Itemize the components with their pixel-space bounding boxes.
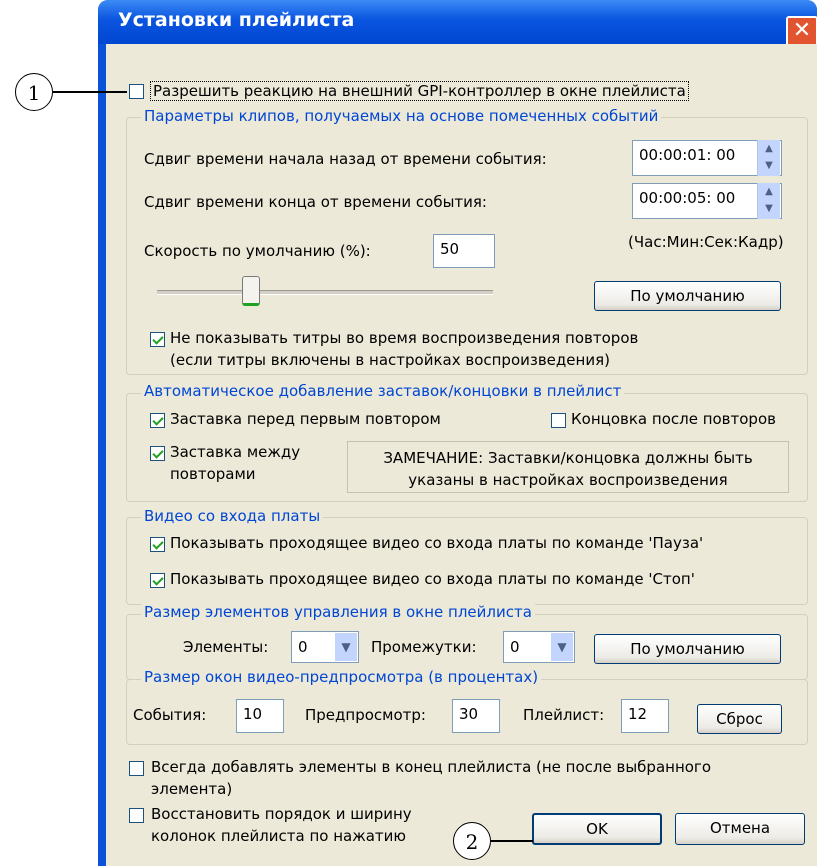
callout-two-leader <box>491 840 533 842</box>
spin-up-icon[interactable]: ▲ <box>758 183 780 200</box>
playlist-value: 12 <box>628 705 648 723</box>
end-shift-value: 00:00:05: 00 <box>639 189 736 207</box>
restore-columns-label-line2: колонок плейлиста по нажатию <box>151 827 407 845</box>
default-button[interactable]: По умолчанию <box>594 281 781 311</box>
append-end-label-line1: Всегда добавлять элементы в конец плейли… <box>151 758 711 776</box>
start-shift-value: 00:00:01: 00 <box>639 146 736 164</box>
speed-value: 50 <box>440 240 460 258</box>
elements-value: 0 <box>298 638 308 656</box>
ok-button[interactable]: OK <box>532 813 662 845</box>
auto-group-title: Автоматическое добавление заставок/концо… <box>141 382 625 400</box>
speed-slider-track[interactable] <box>157 290 493 295</box>
preview-value: 30 <box>459 705 479 723</box>
speed-input[interactable]: 50 <box>433 234 495 268</box>
spin-down-icon[interactable]: ▼ <box>758 200 780 217</box>
pause-video-label: Показывать проходящее видео со входа пла… <box>170 534 704 552</box>
size-default-button[interactable]: По умолчанию <box>594 634 781 664</box>
speed-slider-thumb[interactable] <box>242 276 260 306</box>
intro-checkbox[interactable] <box>150 413 165 428</box>
chevron-down-icon[interactable]: ▼ <box>335 633 357 661</box>
callout-one-leader <box>53 91 127 93</box>
intro-label: Заставка перед первым повтором <box>170 410 441 428</box>
outro-checkbox[interactable] <box>551 413 566 428</box>
between-label-line1: Заставка между <box>170 443 301 461</box>
hide-titles-checkbox[interactable] <box>150 332 165 347</box>
format-hint: (Час:Мин:Сек:Кадр) <box>628 233 784 251</box>
video-group-title: Видео со входа платы <box>141 507 324 525</box>
spin-up-icon[interactable]: ▲ <box>758 140 780 157</box>
spin-down-icon[interactable]: ▼ <box>758 157 780 174</box>
gaps-select[interactable]: 0 ▼ <box>503 631 575 663</box>
size-group-title: Размер элементов управления в окне плейл… <box>141 603 535 621</box>
gaps-value: 0 <box>510 638 520 656</box>
outro-label: Концовка после повторов <box>571 410 776 428</box>
between-label-line2: повторами <box>170 465 256 483</box>
pause-video-checkbox[interactable] <box>150 537 165 552</box>
preview-input[interactable]: 30 <box>452 699 500 733</box>
reset-button[interactable]: Сброс <box>697 704 782 734</box>
append-end-checkbox[interactable] <box>129 761 144 776</box>
hide-titles-label-line1: Не показывать титры во время воспроизвед… <box>170 329 639 347</box>
events-label: События: <box>133 706 207 724</box>
end-shift-spinner[interactable]: ▲ ▼ <box>757 183 780 219</box>
note-line2: указаны в настройках воспроизведения <box>408 471 728 489</box>
preview-group-title: Размер окон видео-предпросмотра (в проце… <box>141 668 542 686</box>
clips-group-title: Параметры клипов, получаемых на основе п… <box>141 107 662 125</box>
callout-one: 1 <box>15 73 53 111</box>
stop-video-checkbox[interactable] <box>150 573 165 588</box>
callout-two: 2 <box>453 822 491 860</box>
gaps-label: Промежутки: <box>371 638 477 656</box>
preview-label: Предпросмотр: <box>305 706 426 724</box>
restore-columns-checkbox[interactable] <box>129 808 144 823</box>
note-line1: ЗАМЕЧАНИЕ: Заставки/концовка должны быть <box>383 449 753 467</box>
playlist-input[interactable]: 12 <box>621 699 669 733</box>
elements-label: Элементы: <box>183 638 269 656</box>
hide-titles-label-line2: (если титры включены в настройках воспро… <box>170 351 610 369</box>
between-checkbox[interactable] <box>150 446 165 461</box>
restore-columns-label-line1: Восстановить порядок и ширину <box>151 805 412 823</box>
chevron-down-icon[interactable]: ▼ <box>551 633 573 661</box>
events-value: 10 <box>243 705 263 723</box>
cancel-button[interactable]: Отмена <box>675 813 805 845</box>
video-group <box>126 517 808 605</box>
start-shift-label: Сдвиг времени начала назад от времени со… <box>144 150 547 168</box>
gpi-label: Разрешить реакцию на внешний GPI-контрол… <box>150 81 689 101</box>
gpi-checkbox[interactable] <box>129 84 144 99</box>
title-bar[interactable]: Установки плейлиста ✕ <box>98 0 817 48</box>
stop-video-label: Показывать проходящее видео со входа пла… <box>170 570 695 588</box>
playlist-label: Плейлист: <box>523 706 605 724</box>
events-input[interactable]: 10 <box>236 699 284 733</box>
end-shift-label: Сдвиг времени конца от времени события: <box>144 193 487 211</box>
start-shift-spinner[interactable]: ▲ ▼ <box>757 140 780 176</box>
speed-label: Скорость по умолчанию (%): <box>144 242 371 260</box>
elements-select[interactable]: 0 ▼ <box>291 631 359 663</box>
append-end-label-line2: элемента) <box>151 780 233 798</box>
window-title: Установки плейлиста <box>118 9 355 31</box>
